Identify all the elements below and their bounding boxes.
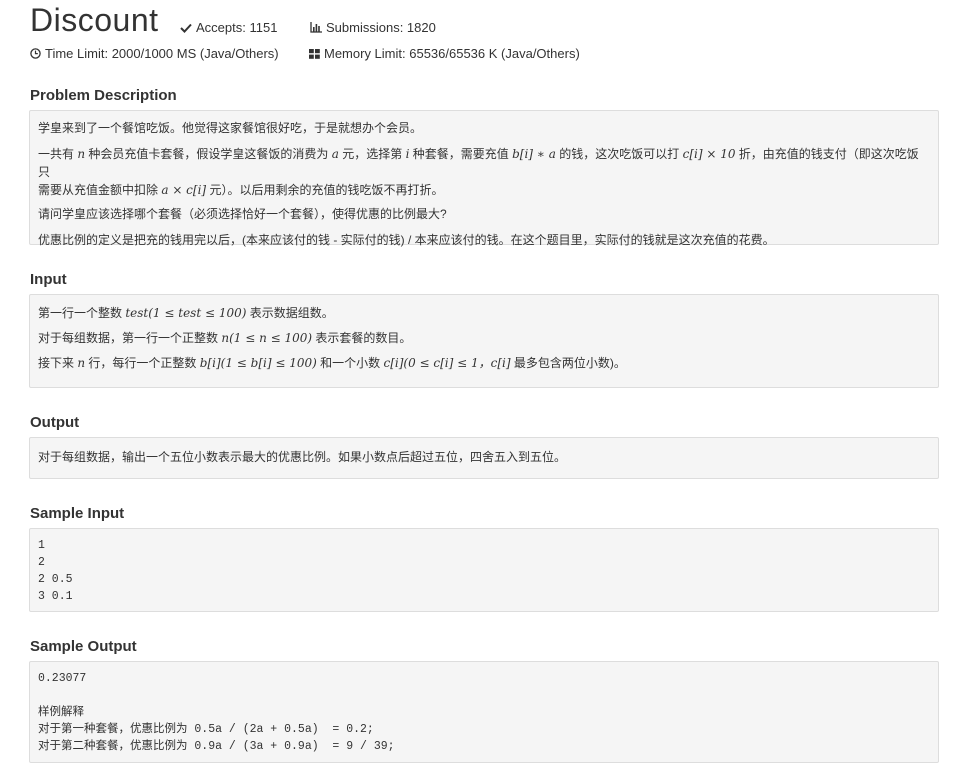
code-line: 对于第二种套餐，优惠比例为 0.9a / (3a + 0.9a) = 9 / 3… [38, 740, 395, 753]
text-run: 种套餐，需要充值 [409, 147, 513, 161]
output-box: 对于每组数据，输出一个五位小数表示最大的优惠比例。如果小数点后超过五位，四舍五入… [29, 437, 939, 479]
clock-icon [30, 47, 41, 62]
math-n-range: n(1 ≤ n ≤ 100) [221, 331, 313, 345]
math-bi-range: b[i](1 ≤ b[i] ≤ 100) [199, 356, 317, 370]
math-test-range: test(1 ≤ test ≤ 100) [125, 306, 247, 320]
submissions-label: Submissions: 1820 [326, 20, 436, 35]
sample-input-heading: Sample Input [30, 505, 125, 522]
text-run: 需要从充值金额中扣除 [38, 183, 162, 197]
text-run: 第一行一个整数 [38, 306, 126, 320]
text-run: 最多包含两位小数)。 [510, 356, 626, 370]
text-run: 元，选择第 [338, 147, 406, 161]
description-paragraph-2: 一共有 n 种会员充值卡套餐，假设学皇这餐饭的消费为 a 元，选择第 i 种套餐… [38, 145, 930, 199]
time-limit-label: Time Limit: 2000/1000 MS (Java/Others) [45, 46, 279, 61]
description-paragraph-3: 请问学皇应该选择哪个套餐（必须选择恰好一个套餐），使得优惠的比例最大? [38, 207, 447, 221]
problem-title: Discount [30, 2, 159, 38]
text-run: 元）。以后用剩余的充值的钱吃饭不再打折。 [206, 183, 444, 197]
submissions-stat: Submissions: 1820 [310, 20, 436, 36]
problem-page: Discount Accepts: 1151 Submissions: 1820… [0, 0, 955, 775]
code-line: 1 [38, 539, 45, 552]
input-box: 第一行一个整数 test(1 ≤ test ≤ 100) 表示数据组数。 对于每… [29, 294, 939, 388]
input-heading: Input [30, 271, 67, 288]
text-run: 表示套餐的数目。 [312, 331, 412, 345]
input-line-1: 第一行一个整数 test(1 ≤ test ≤ 100) 表示数据组数。 [38, 304, 930, 322]
math-ci-range: c[i](0 ≤ c[i] ≤ 1，c[i] [383, 356, 511, 370]
math-n: n [77, 147, 86, 161]
bar-chart-icon [310, 21, 322, 36]
math-n: n [77, 356, 86, 370]
description-box: 学皇来到了一个餐馆吃饭。他觉得这家餐馆很好吃，于是就想办个会员。 一共有 n 种… [29, 110, 939, 247]
math-a: a [331, 147, 339, 161]
accepts-stat: Accepts: 1151 [180, 20, 277, 36]
memory-limit-label: Memory Limit: 65536/65536 K (Java/Others… [324, 46, 580, 61]
accepts-label: Accepts: 1151 [196, 20, 278, 35]
sample-output-code: 0.23077 样例解释对于第一种套餐，优惠比例为 0.5a / (2a + 0.… [38, 670, 930, 755]
text-run: 对于每组数据，第一行一个正整数 [38, 331, 222, 345]
input-line-3: 接下来 n 行，每行一个正整数 b[i](1 ≤ b[i] ≤ 100) 和一个… [38, 354, 930, 372]
output-text: 对于每组数据，输出一个五位小数表示最大的优惠比例。如果小数点后超过五位，四舍五入… [38, 450, 567, 464]
text-run: 表示数据组数。 [246, 306, 334, 320]
math-a-ci: a × c[i] [161, 183, 207, 197]
math-bi-a: b[i] ∗ a [512, 147, 556, 161]
sample-input-code: 1 2 2 0.5 3 0.1 [38, 537, 930, 605]
text-run: 的钱，这次吃饭可以打 [555, 147, 683, 161]
code-line: 0.23077 [38, 672, 87, 685]
code-line: 3 0.1 [38, 590, 73, 603]
code-line: 样例解释 [38, 706, 84, 719]
math-ci-10: c[i] × 10 [682, 147, 736, 161]
text-run: 和一个小数 [316, 356, 384, 370]
description-paragraph-4: 优惠比例的定义是把充的钱用完以后，(本来应该付的钱 - 实际付的钱) / 本来应… [38, 233, 775, 247]
description-paragraph-1: 学皇来到了一个餐馆吃饭。他觉得这家餐馆很好吃，于是就想办个会员。 [38, 121, 423, 135]
grid-icon [309, 47, 320, 62]
text-run: 行，每行一个正整数 [85, 356, 200, 370]
text-run: 种会员充值卡套餐，假设学皇这餐饭的消费为 [85, 147, 332, 161]
code-line: 对于第一种套餐，优惠比例为 0.5a / (2a + 0.5a) = 0.2; [38, 723, 374, 736]
input-line-2: 对于每组数据，第一行一个正整数 n(1 ≤ n ≤ 100) 表示套餐的数目。 [38, 329, 930, 347]
code-line: 2 0.5 [38, 573, 73, 586]
check-icon [180, 21, 192, 36]
description-heading: Problem Description [30, 87, 177, 104]
output-heading: Output [30, 414, 80, 431]
sample-output-box: 0.23077 样例解释对于第一种套餐，优惠比例为 0.5a / (2a + 0.… [29, 661, 939, 763]
sample-output-heading: Sample Output [30, 638, 137, 655]
text-run: 接下来 [38, 356, 78, 370]
sample-input-box: 1 2 2 0.5 3 0.1 [29, 528, 939, 612]
memory-limit-stat: Memory Limit: 65536/65536 K (Java/Others… [309, 46, 580, 62]
code-line: 2 [38, 556, 45, 569]
time-limit-stat: Time Limit: 2000/1000 MS (Java/Others) [30, 46, 279, 62]
text-run: 一共有 [38, 147, 78, 161]
